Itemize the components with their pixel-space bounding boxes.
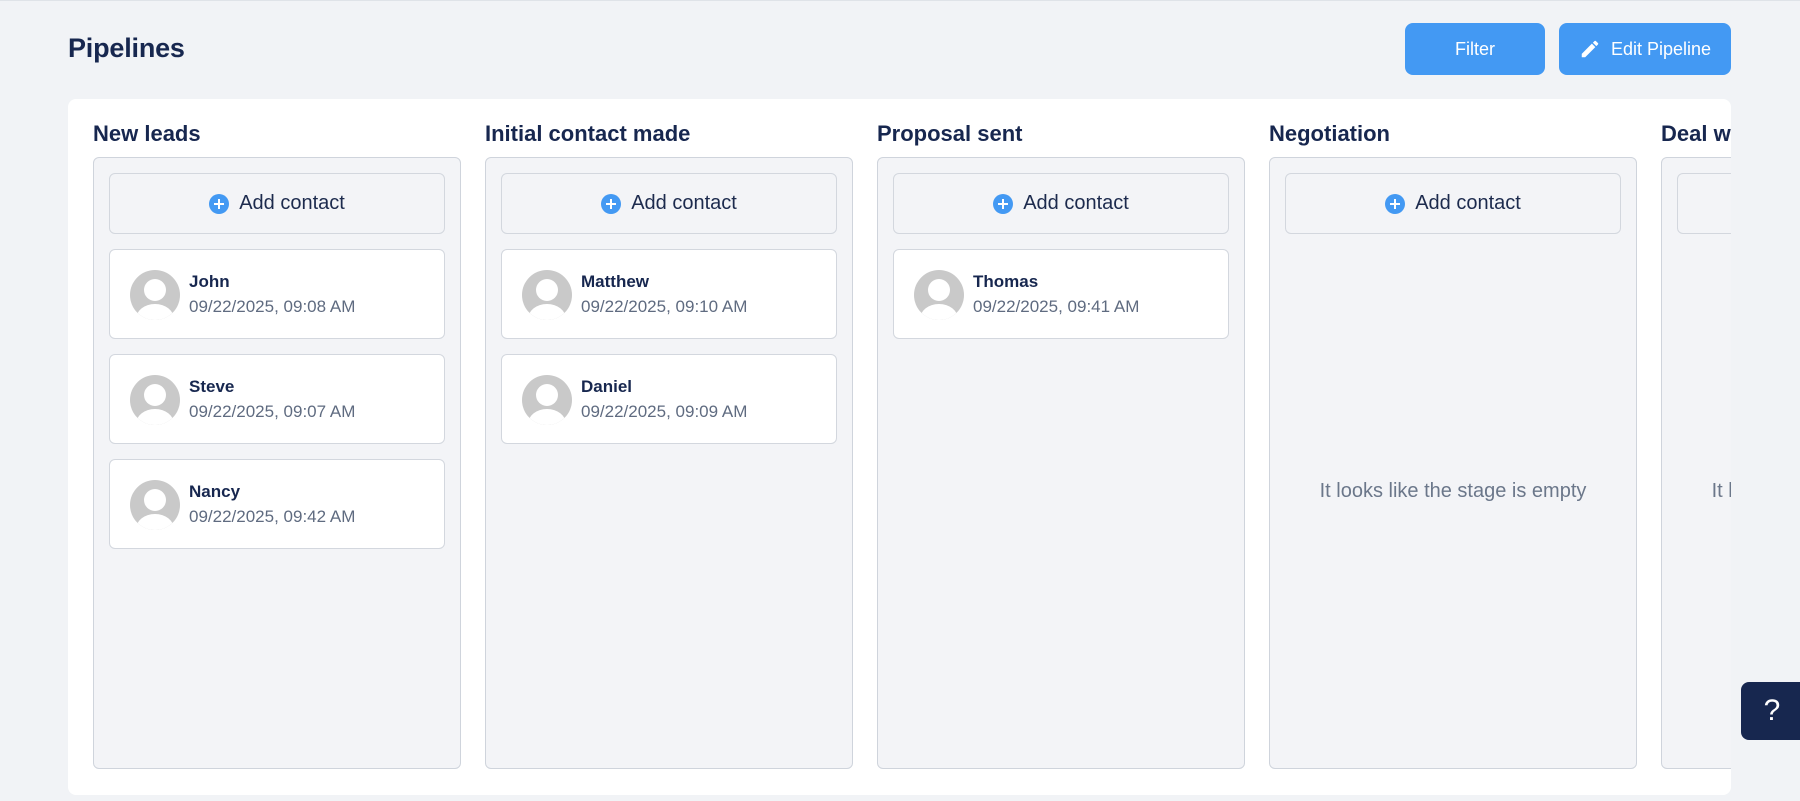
help-button[interactable]: ?: [1741, 682, 1800, 740]
contact-date: 09/22/2025, 09:08 AM: [189, 297, 356, 316]
contact-date: 09/22/2025, 09:10 AM: [581, 297, 748, 316]
add-contact-label: Add contact: [631, 192, 737, 214]
contact-card[interactable]: Thomas 09/22/2025, 09:41 AM: [893, 249, 1229, 339]
avatar: [914, 270, 964, 320]
pipelines-page: Pipelines Filter Edit Pipeline New leads…: [0, 0, 1800, 801]
stage-dropzone: Add contact Matthew 09/22/2025, 09:10 AM…: [485, 157, 853, 769]
contact-card[interactable]: Matthew 09/22/2025, 09:10 AM: [501, 249, 837, 339]
contact-name: Matthew: [581, 272, 649, 291]
contact-date: 09/22/2025, 09:41 AM: [973, 297, 1140, 316]
contact-card[interactable]: Nancy 09/22/2025, 09:42 AM: [109, 459, 445, 549]
stage-title: New leads: [93, 121, 201, 146]
plus-circle-icon: [993, 193, 1014, 214]
contact-name: Daniel: [581, 377, 633, 396]
page-title: Pipelines: [68, 33, 185, 63]
pipeline-board: New leads Add contact John 09/22/2025, 0…: [68, 99, 1731, 795]
add-contact-button[interactable]: Add contact: [109, 173, 445, 234]
stage-title: Negotiation: [1269, 121, 1390, 146]
plus-circle-icon: [209, 193, 230, 214]
empty-stage-message: It looks like the stage is empty: [1319, 480, 1587, 502]
contact-card[interactable]: John 09/22/2025, 09:08 AM: [109, 249, 445, 339]
edit-pipeline-button[interactable]: Edit Pipeline: [1559, 23, 1731, 75]
plus-circle-icon: [1385, 193, 1406, 214]
contact-name: John: [189, 272, 230, 291]
stage-dropzone: Add contact It looks like the stage is e…: [1269, 157, 1637, 769]
stage-title: Proposal sent: [877, 121, 1023, 146]
avatar: [130, 270, 180, 320]
avatar: [522, 270, 572, 320]
stage-title: Initial contact made: [485, 121, 691, 146]
contact-card[interactable]: Steve 09/22/2025, 09:07 AM: [109, 354, 445, 444]
add-contact-button[interactable]: Add contact: [1677, 173, 1731, 234]
avatar: [130, 375, 180, 425]
add-contact-button[interactable]: Add contact: [893, 173, 1229, 234]
stage-dropzone: Add contact Thomas 09/22/2025, 09:41 AM: [877, 157, 1245, 769]
contact-name: Nancy: [189, 482, 241, 501]
add-contact-button[interactable]: Add contact: [1285, 173, 1621, 234]
stage-dropzone: Add contact It looks like the stage is e…: [1661, 157, 1731, 769]
avatar: [130, 480, 180, 530]
plus-circle-icon: [601, 193, 622, 214]
add-contact-button[interactable]: Add contact: [501, 173, 837, 234]
pencil-icon: [1581, 40, 1599, 58]
filter-button[interactable]: Filter: [1405, 23, 1545, 75]
stage-title: Deal won: [1661, 121, 1731, 146]
avatar: [522, 375, 572, 425]
empty-stage-message: It looks like the stage is empty: [1711, 480, 1731, 502]
contact-card[interactable]: Daniel 09/22/2025, 09:09 AM: [501, 354, 837, 444]
edit-pipeline-label: Edit Pipeline: [1610, 38, 1712, 59]
contact-name: Thomas: [973, 272, 1039, 291]
filter-button-label: Filter: [1455, 38, 1495, 59]
contact-date: 09/22/2025, 09:07 AM: [189, 402, 356, 421]
add-contact-label: Add contact: [1415, 192, 1521, 214]
contact-name: Steve: [189, 377, 235, 396]
question-icon: ?: [1763, 694, 1781, 727]
stage-dropzone: Add contact John 09/22/2025, 09:08 AM St…: [93, 157, 461, 769]
contact-date: 09/22/2025, 09:42 AM: [189, 507, 356, 526]
contact-date: 09/22/2025, 09:09 AM: [581, 402, 748, 421]
add-contact-label: Add contact: [1023, 192, 1129, 214]
add-contact-label: Add contact: [239, 192, 345, 214]
